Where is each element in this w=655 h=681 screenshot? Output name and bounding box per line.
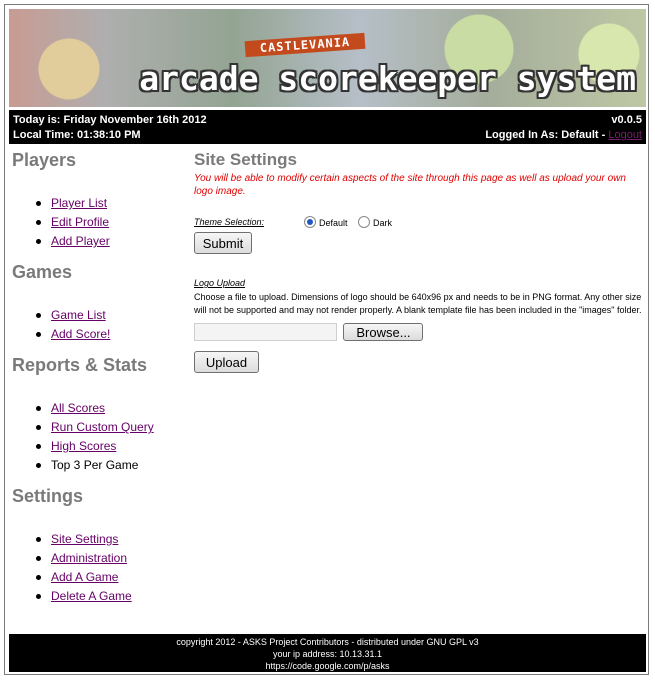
sidebar-item-player-list: Player List xyxy=(12,194,187,213)
add-score-link[interactable]: Add Score! xyxy=(51,327,110,341)
theme-default-radio[interactable] xyxy=(304,216,316,228)
add-game-link[interactable]: Add A Game xyxy=(51,570,118,584)
theme-row: Theme Selection: Default Dark xyxy=(194,212,644,232)
all-scores-link[interactable]: All Scores xyxy=(51,401,105,415)
theme-dark-label: Dark xyxy=(372,218,392,228)
today-date: Today is: Friday November 16th 2012 xyxy=(13,114,207,126)
sidebar-item-top-3: Top 3 Per Game xyxy=(12,456,187,475)
high-scores-link[interactable]: High Scores xyxy=(51,439,116,453)
logo-upload-label: Logo Upload xyxy=(194,278,246,288)
site-banner: CASTLEVANIA arcade scorekeeper system xyxy=(9,9,646,107)
sidebar-heading-settings: Settings xyxy=(12,486,84,506)
sidebar-item-add-player: Add Player xyxy=(12,232,187,251)
browse-button[interactable]: Browse... xyxy=(343,323,424,341)
banner-logo-ribbon: CASTLEVANIA xyxy=(244,32,366,58)
project-url-text: https://code.google.com/p/asks xyxy=(265,661,390,671)
top-3-current-label: Top 3 Per Game xyxy=(51,458,139,472)
sidebar-item-site-settings: Site Settings xyxy=(12,530,187,549)
sidebar-item-custom-query: Run Custom Query xyxy=(12,418,187,437)
logged-in-label: Logged In As: Default - xyxy=(485,129,609,141)
logo-upload-instructions: Choose a file to upload. Dimensions of l… xyxy=(194,292,642,315)
add-player-link[interactable]: Add Player xyxy=(51,234,110,248)
version-label: v0.0.5 xyxy=(611,114,642,126)
site-settings-link[interactable]: Site Settings xyxy=(51,532,118,546)
sidebar-item-high-scores: High Scores xyxy=(12,437,187,456)
administration-link[interactable]: Administration xyxy=(51,551,127,565)
copyright-text: copyright 2012 - ASKS Project Contributo… xyxy=(176,637,479,647)
sidebar-item-add-score: Add Score! xyxy=(12,325,187,344)
logo-upload-section: Logo Upload Choose a file to upload. Dim… xyxy=(194,278,644,373)
delete-game-link[interactable]: Delete A Game xyxy=(51,589,132,603)
games-menu: Game List Add Score! xyxy=(12,306,187,344)
file-path-input[interactable] xyxy=(194,323,337,341)
sidebar-item-administration: Administration xyxy=(12,549,187,568)
theme-dark-radio[interactable] xyxy=(357,216,370,228)
custom-query-link[interactable]: Run Custom Query xyxy=(51,420,154,434)
file-picker: Browse... xyxy=(194,323,644,342)
sidebar: Players Player List Edit Profile Add Pla… xyxy=(12,150,187,606)
page-description: You will be able to modify certain aspec… xyxy=(194,173,626,197)
ip-address-text: your ip address: 10.13.31.1 xyxy=(272,649,383,659)
upload-button[interactable]: Upload xyxy=(194,351,259,373)
logout-link[interactable]: Logout xyxy=(608,129,642,141)
main-content: Site Settings You will be able to modify… xyxy=(194,150,644,373)
local-time: Local Time: 01:38:10 PM xyxy=(13,129,141,141)
sidebar-item-add-game: Add A Game xyxy=(12,568,187,587)
settings-menu: Site Settings Administration Add A Game … xyxy=(12,530,187,606)
sidebar-heading-players: Players xyxy=(12,150,77,170)
edit-profile-link[interactable]: Edit Profile xyxy=(51,215,109,229)
site-title: arcade scorekeeper system xyxy=(139,59,636,98)
theme-default-label: Default xyxy=(319,218,348,228)
game-list-link[interactable]: Game List xyxy=(51,308,106,322)
page-frame: CASTLEVANIA arcade scorekeeper system To… xyxy=(4,4,649,675)
theme-selection-label: Theme Selection: xyxy=(194,217,265,227)
theme-options: Default Dark xyxy=(304,213,392,231)
sidebar-item-delete-game: Delete A Game xyxy=(12,587,187,606)
sidebar-heading-reports: Reports & Stats xyxy=(12,355,148,375)
logged-in-status: Logged In As: Default - Logout xyxy=(485,129,642,141)
sidebar-heading-games: Games xyxy=(12,262,73,282)
sidebar-item-game-list: Game List xyxy=(12,306,187,325)
page-title: Site Settings xyxy=(194,150,297,169)
sidebar-item-edit-profile: Edit Profile xyxy=(12,213,187,232)
footer: copyright 2012 - ASKS Project Contributo… xyxy=(9,634,646,672)
submit-button[interactable]: Submit xyxy=(194,232,252,254)
player-list-link[interactable]: Player List xyxy=(51,196,107,210)
reports-menu: All Scores Run Custom Query High Scores … xyxy=(12,399,187,475)
banner-ribbon-text: CASTLEVANIA xyxy=(259,34,351,56)
info-bar: Today is: Friday November 16th 2012 Loca… xyxy=(9,110,646,144)
players-menu: Player List Edit Profile Add Player xyxy=(12,194,187,251)
sidebar-item-all-scores: All Scores xyxy=(12,399,187,418)
